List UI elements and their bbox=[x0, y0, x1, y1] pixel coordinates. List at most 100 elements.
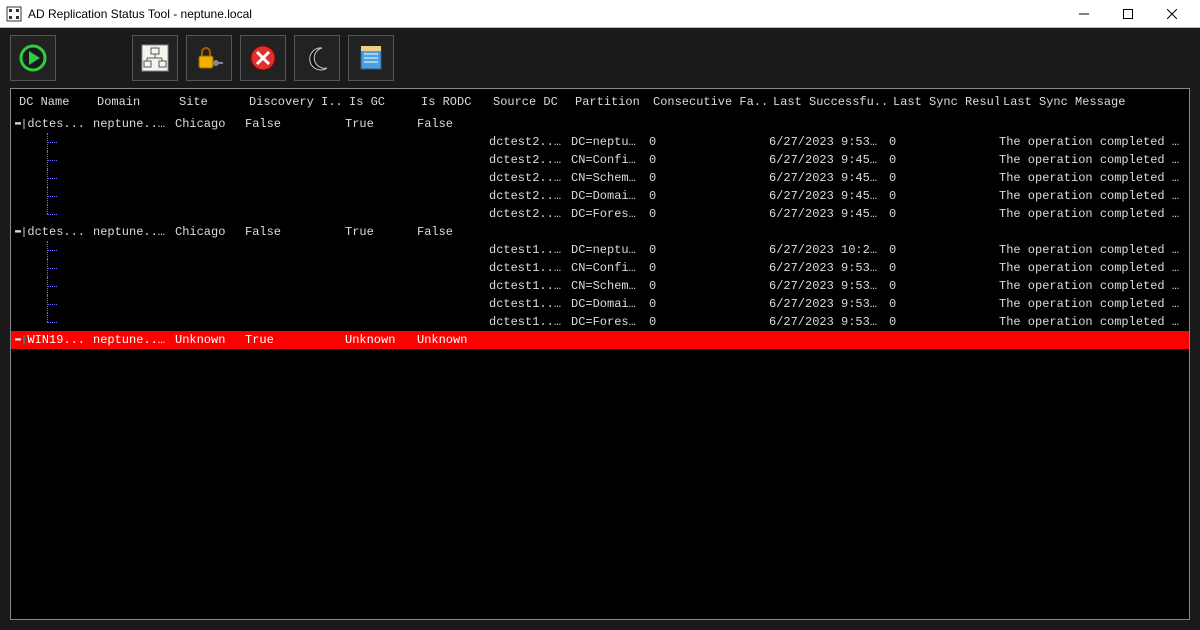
is-rodc-cell: False bbox=[413, 117, 485, 131]
tree-branch-icon bbox=[39, 187, 65, 205]
discovery-cell: True bbox=[241, 333, 341, 347]
failures-cell: 0 bbox=[645, 135, 765, 149]
tree-branch-icon bbox=[39, 151, 65, 169]
is-gc-cell: Unknown bbox=[341, 333, 413, 347]
dc-row[interactable]: ▬dctes...neptune....ChicagoFalseTrueFals… bbox=[11, 115, 1189, 133]
minimize-button[interactable] bbox=[1062, 0, 1106, 28]
last-success-cell: 6/27/2023 9:53:... bbox=[765, 315, 885, 329]
partition-row[interactable]: dctest1....DC=neptu...06/27/2023 10:28..… bbox=[11, 241, 1189, 259]
last-result-cell: 0 bbox=[885, 153, 995, 167]
last-message-cell: The operation completed succ... bbox=[995, 279, 1189, 293]
dc-name-cell: WIN19... bbox=[27, 333, 85, 347]
close-button[interactable] bbox=[1150, 0, 1194, 28]
source-dc-cell: dctest2.... bbox=[485, 171, 567, 185]
failures-cell: 0 bbox=[645, 189, 765, 203]
partition-cell: DC=Fores... bbox=[567, 315, 645, 329]
toolbar bbox=[0, 28, 1200, 88]
tree-branch-icon bbox=[39, 259, 65, 277]
credentials-button[interactable] bbox=[186, 35, 232, 81]
dark-mode-button[interactable] bbox=[294, 35, 340, 81]
partition-row[interactable]: dctest1....CN=Confi...06/27/2023 9:53:..… bbox=[11, 259, 1189, 277]
source-dc-cell: dctest2.... bbox=[485, 189, 567, 203]
last-message-cell: The operation completed succ... bbox=[995, 153, 1189, 167]
collapse-icon[interactable]: ▬ bbox=[15, 227, 21, 238]
dc-name-cell: dctes... bbox=[27, 225, 85, 239]
forest-view-button[interactable] bbox=[132, 35, 178, 81]
domain-cell: neptune.... bbox=[89, 117, 171, 131]
partition-cell: CN=Schem... bbox=[567, 279, 645, 293]
partition-row[interactable]: dctest1....CN=Schem...06/27/2023 9:53:..… bbox=[11, 277, 1189, 295]
last-success-cell: 6/27/2023 9:45:... bbox=[765, 153, 885, 167]
domain-cell: neptune.... bbox=[89, 333, 171, 347]
last-success-cell: 6/27/2023 9:53:... bbox=[765, 297, 885, 311]
tree-branch-icon bbox=[39, 241, 65, 259]
col-is-rodc[interactable]: Is RODC bbox=[417, 93, 489, 111]
source-dc-cell: dctest2.... bbox=[485, 135, 567, 149]
maximize-button[interactable] bbox=[1106, 0, 1150, 28]
partition-row[interactable]: dctest2....DC=Domai...06/27/2023 9:45:..… bbox=[11, 187, 1189, 205]
is-gc-cell: True bbox=[341, 225, 413, 239]
col-last-sync-result[interactable]: Last Sync Result bbox=[889, 93, 999, 111]
last-result-cell: 0 bbox=[885, 279, 995, 293]
site-cell: Chicago bbox=[171, 225, 241, 239]
partition-cell: CN=Confi... bbox=[567, 261, 645, 275]
tree-branch-icon bbox=[39, 295, 65, 313]
partition-row[interactable]: dctest2....CN=Schem...06/27/2023 9:45:..… bbox=[11, 169, 1189, 187]
discovery-cell: False bbox=[241, 225, 341, 239]
col-domain[interactable]: Domain bbox=[93, 93, 175, 111]
last-result-cell: 0 bbox=[885, 297, 995, 311]
failures-cell: 0 bbox=[645, 153, 765, 167]
col-source-dc[interactable]: Source DC bbox=[489, 93, 571, 111]
partition-row[interactable]: dctest1....DC=Fores...06/27/2023 9:53:..… bbox=[11, 313, 1189, 331]
app-icon bbox=[6, 6, 22, 22]
col-last-success[interactable]: Last Successfu... bbox=[769, 93, 889, 111]
source-dc-cell: dctest1.... bbox=[485, 243, 567, 257]
last-message-cell: The operation completed succ... bbox=[995, 207, 1189, 221]
tree-branch-icon bbox=[39, 169, 65, 187]
refresh-button[interactable] bbox=[10, 35, 56, 81]
col-is-gc[interactable]: Is GC bbox=[345, 93, 417, 111]
tree-branch-icon bbox=[39, 313, 65, 331]
partition-cell: DC=neptu... bbox=[567, 135, 645, 149]
col-discovery[interactable]: Discovery I... bbox=[245, 93, 345, 111]
col-partition[interactable]: Partition bbox=[571, 93, 649, 111]
tree-branch-icon bbox=[39, 277, 65, 295]
last-result-cell: 0 bbox=[885, 315, 995, 329]
collapse-icon[interactable]: ▬ bbox=[15, 119, 21, 130]
notes-button[interactable] bbox=[348, 35, 394, 81]
col-consecutive-failures[interactable]: Consecutive Fa... bbox=[649, 93, 769, 111]
window-title: AD Replication Status Tool - neptune.loc… bbox=[28, 7, 252, 21]
partition-row[interactable]: dctest1....DC=Domai...06/27/2023 9:53:..… bbox=[11, 295, 1189, 313]
partition-cell: DC=Domai... bbox=[567, 297, 645, 311]
partition-row[interactable]: dctest2....DC=neptu...06/27/2023 9:53:..… bbox=[11, 133, 1189, 151]
partition-row[interactable]: dctest2....DC=Fores...06/27/2023 9:45:..… bbox=[11, 205, 1189, 223]
is-gc-cell: True bbox=[341, 117, 413, 131]
partition-row[interactable]: dctest2....CN=Confi...06/27/2023 9:45:..… bbox=[11, 151, 1189, 169]
last-success-cell: 6/27/2023 9:45:... bbox=[765, 207, 885, 221]
last-success-cell: 6/27/2023 9:45:... bbox=[765, 171, 885, 185]
source-dc-cell: dctest2.... bbox=[485, 207, 567, 221]
last-result-cell: 0 bbox=[885, 207, 995, 221]
failures-cell: 0 bbox=[645, 315, 765, 329]
partition-cell: CN=Confi... bbox=[567, 153, 645, 167]
site-cell: Unknown bbox=[171, 333, 241, 347]
dc-row[interactable]: ▬dctes...neptune....ChicagoFalseTrueFals… bbox=[11, 223, 1189, 241]
discovery-cell: False bbox=[241, 117, 341, 131]
tree-branch-icon bbox=[39, 133, 65, 151]
dc-row-error[interactable]: ▬WIN19...neptune....UnknownTrueUnknownUn… bbox=[11, 331, 1189, 349]
dc-name-cell: dctes... bbox=[27, 117, 85, 131]
errors-only-button[interactable] bbox=[240, 35, 286, 81]
server-icon bbox=[23, 119, 25, 129]
failures-cell: 0 bbox=[645, 207, 765, 221]
col-site[interactable]: Site bbox=[175, 93, 245, 111]
grid-header-row: DC Name Domain Site Discovery I... Is GC… bbox=[11, 89, 1189, 115]
last-message-cell: The operation completed succ... bbox=[995, 171, 1189, 185]
source-dc-cell: dctest1.... bbox=[485, 261, 567, 275]
last-success-cell: 6/27/2023 10:28... bbox=[765, 243, 885, 257]
source-dc-cell: dctest2.... bbox=[485, 153, 567, 167]
partition-cell: DC=neptu... bbox=[567, 243, 645, 257]
col-dc-name[interactable]: DC Name bbox=[15, 93, 93, 111]
collapse-icon[interactable]: ▬ bbox=[15, 335, 21, 346]
failures-cell: 0 bbox=[645, 171, 765, 185]
col-last-sync-message[interactable]: Last Sync Message bbox=[999, 93, 1189, 111]
